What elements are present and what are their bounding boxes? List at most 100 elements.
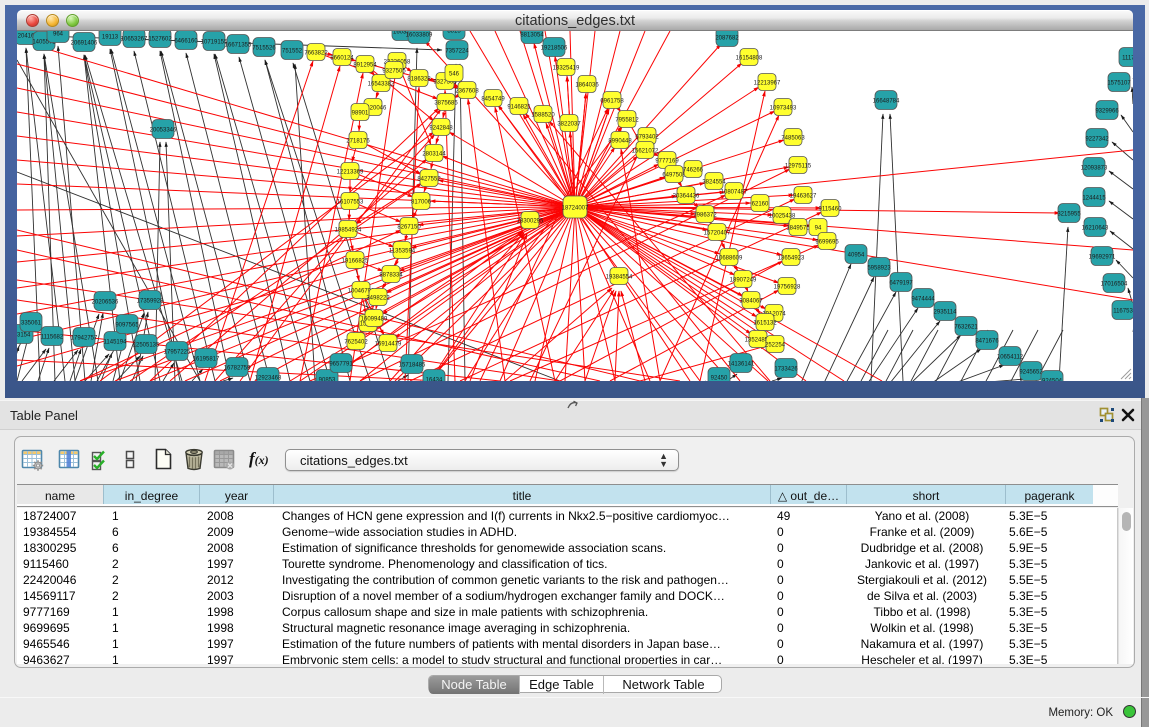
svg-text:15720407: 15720407 bbox=[704, 231, 731, 237]
svg-text:1115682: 1115682 bbox=[41, 335, 64, 341]
svg-text:7955812: 7955812 bbox=[615, 118, 639, 124]
svg-text:7485063: 7485063 bbox=[781, 136, 805, 142]
svg-text:16099489: 16099489 bbox=[361, 317, 388, 323]
svg-text:90853: 90853 bbox=[319, 378, 336, 382]
svg-text:335061: 335061 bbox=[21, 321, 42, 327]
svg-text:18724007: 18724007 bbox=[562, 206, 589, 212]
svg-text:7515526: 7515526 bbox=[252, 46, 276, 52]
svg-text:9227342: 9227342 bbox=[1085, 137, 1109, 143]
svg-text:2087682: 2087682 bbox=[715, 36, 739, 42]
svg-text:1733426: 1733426 bbox=[774, 367, 798, 373]
svg-text:16107553: 16107553 bbox=[337, 200, 364, 206]
svg-text:2935114: 2935114 bbox=[934, 310, 958, 316]
svg-text:13654923: 13654923 bbox=[778, 256, 805, 262]
svg-text:8813: 8813 bbox=[447, 31, 461, 35]
svg-text:12505135: 12505135 bbox=[133, 343, 160, 349]
svg-text:7663822: 7663822 bbox=[304, 51, 328, 57]
svg-text:20053346: 20053346 bbox=[150, 128, 177, 134]
svg-text:1849575: 1849575 bbox=[786, 226, 810, 232]
svg-text:16671355: 16671355 bbox=[225, 43, 252, 49]
svg-text:15621072: 15621072 bbox=[632, 149, 659, 155]
svg-text:1575107: 1575107 bbox=[1107, 81, 1131, 87]
svg-text:17957225: 17957225 bbox=[164, 350, 191, 356]
svg-text:2718176: 2718176 bbox=[346, 139, 370, 145]
svg-text:9657791: 9657791 bbox=[329, 362, 353, 368]
svg-text:19113: 19113 bbox=[102, 35, 119, 41]
svg-text:20691406: 20691406 bbox=[71, 41, 98, 47]
svg-text:1588520: 1588520 bbox=[531, 113, 555, 119]
svg-text:10807487: 10807487 bbox=[721, 190, 748, 196]
svg-text:11174: 11174 bbox=[1122, 56, 1133, 62]
svg-text:7986372: 7986372 bbox=[693, 213, 717, 219]
svg-text:10653267: 10653267 bbox=[121, 37, 148, 43]
svg-text:11353594: 11353594 bbox=[389, 249, 416, 255]
svg-text:8186328: 8186328 bbox=[407, 77, 431, 83]
svg-text:17359928: 17359928 bbox=[137, 299, 164, 305]
svg-text:8990448: 8990448 bbox=[608, 139, 632, 145]
svg-text:10973493: 10973493 bbox=[770, 106, 797, 112]
svg-text:16914479: 16914479 bbox=[375, 342, 402, 348]
svg-text:9097565: 9097565 bbox=[115, 323, 139, 329]
svg-text:8427552: 8427552 bbox=[417, 177, 441, 183]
svg-text:252254: 252254 bbox=[765, 343, 786, 349]
svg-text:12923468: 12923468 bbox=[255, 376, 282, 382]
svg-text:16782759: 16782759 bbox=[224, 366, 251, 372]
svg-text:20364436: 20364436 bbox=[673, 194, 700, 200]
svg-text:924504: 924504 bbox=[1042, 379, 1063, 382]
svg-text:9474444: 9474444 bbox=[911, 297, 935, 303]
svg-text:1145194: 1145194 bbox=[104, 340, 128, 346]
svg-text:9777169: 9777169 bbox=[655, 159, 679, 165]
svg-text:7625402: 7625402 bbox=[344, 340, 368, 346]
svg-text:116753: 116753 bbox=[1113, 309, 1133, 315]
svg-text:8813054: 8813054 bbox=[520, 33, 544, 39]
svg-text:3215955: 3215955 bbox=[1057, 212, 1081, 218]
svg-text:19218506: 19218506 bbox=[541, 46, 568, 52]
svg-text:9146821: 9146821 bbox=[507, 105, 531, 111]
svg-text:19854924: 19854924 bbox=[335, 228, 362, 234]
svg-text:16154808: 16154808 bbox=[736, 56, 763, 62]
svg-text:19692971: 19692971 bbox=[1089, 255, 1116, 261]
svg-text:18300295: 18300295 bbox=[517, 219, 544, 225]
svg-text:12093873: 12093873 bbox=[1081, 166, 1108, 172]
svg-text:17016504: 17016504 bbox=[1101, 282, 1128, 288]
svg-text:9329966: 9329966 bbox=[1095, 109, 1119, 115]
svg-text:12213967: 12213967 bbox=[754, 81, 781, 87]
svg-text:19463627: 19463627 bbox=[790, 194, 817, 200]
svg-text:19166825: 19166825 bbox=[342, 259, 369, 265]
svg-text:6479197: 6479197 bbox=[889, 281, 913, 287]
svg-text:12213369: 12213369 bbox=[337, 170, 364, 176]
svg-text:3084067: 3084067 bbox=[739, 299, 763, 305]
svg-text:2803144: 2803144 bbox=[422, 152, 446, 158]
svg-text:746266: 746266 bbox=[683, 168, 704, 174]
svg-text:6961758: 6961758 bbox=[600, 99, 624, 105]
svg-text:751552: 751552 bbox=[282, 49, 303, 55]
svg-text:3498222: 3498222 bbox=[366, 296, 390, 302]
svg-text:12975115: 12975115 bbox=[785, 164, 812, 170]
svg-text:9245652: 9245652 bbox=[1019, 370, 1043, 376]
svg-text:6793402: 6793402 bbox=[635, 135, 659, 141]
svg-text:8471676: 8471676 bbox=[975, 339, 999, 345]
svg-text:546: 546 bbox=[449, 72, 460, 78]
svg-text:8878334: 8878334 bbox=[379, 273, 403, 279]
svg-text:15718485: 15718485 bbox=[399, 363, 426, 369]
svg-text:9242848: 9242848 bbox=[429, 126, 453, 132]
svg-text:62160: 62160 bbox=[752, 202, 769, 208]
svg-text:9327505: 9327505 bbox=[382, 69, 406, 75]
svg-text:9699695: 9699695 bbox=[815, 240, 839, 246]
svg-text:17942757: 17942757 bbox=[71, 336, 98, 342]
svg-text:8912954: 8912954 bbox=[353, 63, 377, 69]
svg-text:98901: 98901 bbox=[352, 111, 369, 117]
svg-text:14136141: 14136141 bbox=[728, 362, 755, 368]
svg-text:13325419: 13325419 bbox=[553, 66, 580, 72]
svg-text:7632621: 7632621 bbox=[954, 325, 978, 331]
svg-text:3822037: 3822037 bbox=[557, 122, 581, 128]
svg-text:16434: 16434 bbox=[426, 378, 443, 382]
svg-text:92450: 92450 bbox=[711, 376, 728, 382]
svg-text:16210643: 16210643 bbox=[1082, 226, 1109, 232]
svg-text:16543382: 16543382 bbox=[368, 82, 395, 88]
svg-text:18907249: 18907249 bbox=[730, 278, 757, 284]
svg-text:3824554: 3824554 bbox=[702, 180, 726, 186]
svg-text:1527602: 1527602 bbox=[148, 37, 172, 43]
svg-text:16648784: 16648784 bbox=[873, 99, 900, 105]
svg-text:1244415: 1244415 bbox=[1082, 196, 1106, 202]
